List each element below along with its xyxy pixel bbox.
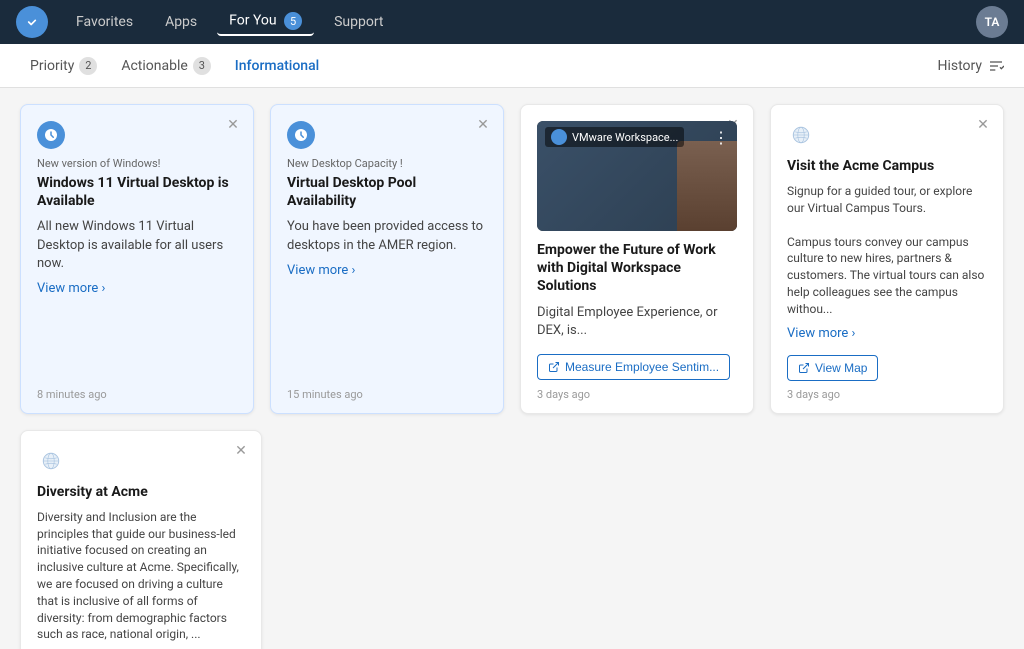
card-acme-campus: ✕ Visit the Acme Campus Signup for a gui… [770,104,1004,414]
external-link-icon [548,361,560,373]
video-channel-name: VMware Workspace... [572,131,678,144]
subnav-priority[interactable]: Priority 2 [20,53,107,79]
video-time: 3 days ago [537,388,590,401]
close-desktop-pool[interactable]: ✕ [473,115,493,135]
card-desktop-pool: ✕ New Desktop Capacity ! Virtual Desktop… [270,104,504,414]
cards-row-1: ✕ New version of Windows! Windows 11 Vir… [20,104,1004,414]
video-body: Digital Employee Experience, or DEX, is.… [537,304,737,340]
foryou-badge: 5 [284,12,302,30]
subnav-actionable[interactable]: Actionable 3 [111,53,220,79]
nav-item-favorites[interactable]: Favorites [64,10,145,34]
windows11-label: New version of Windows! [37,157,237,170]
desktop-pool-time: 15 minutes ago [287,388,363,401]
actionable-badge: 3 [193,57,211,75]
cards-row-2: ✕ Diversity at Acme Diversity and Inclus… [20,430,1004,649]
campus-title: Visit the Acme Campus [787,157,987,175]
campus-time: 3 days ago [787,388,840,401]
windows11-link[interactable]: View more › [37,281,237,296]
video-channel-info: VMware Workspace... [545,127,684,147]
card-windows11: ✕ New version of Windows! Windows 11 Vir… [20,104,254,414]
close-diversity[interactable]: ✕ [231,441,251,461]
nav-item-foryou[interactable]: For You 5 [217,8,314,36]
app-logo[interactable] [16,6,48,38]
windows11-icon [37,121,65,149]
card-video: ✕ VMware Workspace... ⋮ Empower the Futu… [520,104,754,414]
windows11-title: Windows 11 Virtual Desktop is Available [37,174,237,210]
empty-space [278,430,1004,649]
top-navigation: Favorites Apps For You 5 Support TA [0,0,1024,44]
video-menu-icon[interactable]: ⋮ [713,128,729,147]
campus-link[interactable]: View more › [787,326,987,341]
campus-icon [787,121,815,149]
video-title: Empower the Future of Work with Digital … [537,241,737,296]
diversity-title: Diversity at Acme [37,483,245,501]
card-diversity: ✕ Diversity at Acme Diversity and Inclus… [20,430,262,649]
subnav-informational[interactable]: Informational [225,54,329,78]
sub-navigation: Priority 2 Actionable 3 Informational Hi… [0,44,1024,88]
windows11-body: All new Windows 11 Virtual Desktop is av… [37,218,237,273]
diversity-body: Diversity and Inclusion are the principl… [37,509,245,643]
user-avatar[interactable]: TA [976,6,1008,38]
history-button[interactable]: History [937,58,1004,74]
video-thumbnail[interactable]: VMware Workspace... ⋮ [537,121,737,231]
windows11-time: 8 minutes ago [37,388,107,401]
map-external-icon [798,362,810,374]
priority-badge: 2 [79,57,97,75]
video-channel-icon [551,129,567,145]
diversity-icon [37,447,65,475]
content-area: ✕ New version of Windows! Windows 11 Vir… [0,88,1024,649]
desktop-pool-title: Virtual Desktop Pool Availability [287,174,487,210]
history-icon [988,58,1004,74]
desktop-pool-link[interactable]: View more › [287,263,487,278]
nav-item-apps[interactable]: Apps [153,10,209,34]
close-windows11[interactable]: ✕ [223,115,243,135]
desktop-pool-body: You have been provided access to desktop… [287,218,487,254]
measure-sentiment-button[interactable]: Measure Employee Sentim... [537,354,730,380]
nav-item-support[interactable]: Support [322,10,395,34]
view-map-button[interactable]: View Map [787,355,878,381]
campus-body: Signup for a guided tour, or explore our… [787,183,987,317]
desktop-pool-label: New Desktop Capacity ! [287,157,487,170]
desktop-pool-icon [287,121,315,149]
close-acme-campus[interactable]: ✕ [973,115,993,135]
